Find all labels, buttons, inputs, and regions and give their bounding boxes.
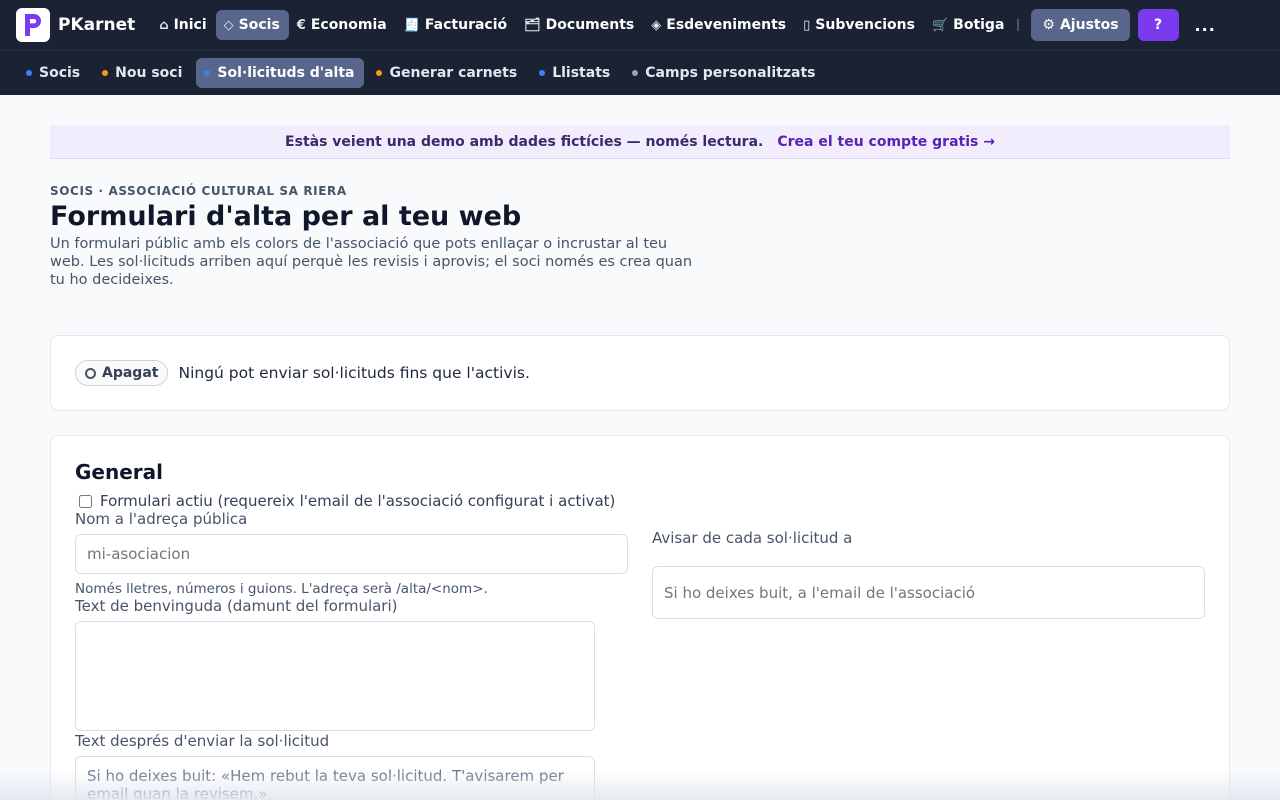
top-navbar: PKarnet ⌂ Inici ◇ Socis € Economia 🧾 Facturació…: [0, 0, 1280, 50]
subnav-item-4[interactable]: Llistats: [531, 58, 620, 88]
general-settings-card: General Formulari actiu (requereix l'ema…: [50, 435, 1230, 800]
diamond-icon: ◇: [223, 17, 234, 33]
dot-icon: [204, 70, 211, 76]
nav-item-label: Documents: [545, 17, 635, 33]
subnav-item-label: Llistats: [552, 65, 611, 81]
public-name-help: Només lletres, números i guions. L'adreç…: [75, 581, 488, 598]
subnav-item-label: Socis: [39, 65, 81, 81]
welcome-text-label: Text de benvinguda (damunt del formulari…: [75, 597, 398, 616]
pkarnet-logo-icon: [16, 8, 50, 42]
form-status-card: Apagat Ningú pot enviar sol·licituds fin…: [50, 335, 1230, 412]
settings-button[interactable]: ⚙ Ajustos: [1031, 9, 1130, 41]
home-icon: ⌂: [159, 17, 169, 33]
after-submit-label: Text després d'enviar la sol·licitud: [75, 732, 330, 751]
nav-item-documents[interactable]: 🗂 Documents: [516, 10, 643, 40]
public-name-label: Nom a l'adreça pública: [75, 510, 248, 529]
nav-item-socis[interactable]: ◇ Socis: [215, 10, 289, 40]
form-active-checkbox[interactable]: [79, 494, 92, 508]
subnav-item-label: Sol·licituds d'alta: [217, 65, 355, 81]
nav-item-label: Botiga: [953, 17, 1005, 33]
subnav-item-5[interactable]: Camps personalitzats: [624, 58, 825, 88]
status-badge: Apagat: [75, 360, 169, 387]
welcome-text-textarea[interactable]: [75, 621, 595, 732]
nav-item-label: Esdeveniments: [666, 17, 787, 33]
nav-item-economia[interactable]: € Economia: [289, 10, 396, 40]
subnav-item-1[interactable]: Nou soci: [94, 58, 192, 88]
dot-icon: [102, 70, 109, 76]
create-account-link[interactable]: Crea el teu compte gratis →: [777, 134, 995, 150]
help-button[interactable]: ?: [1137, 9, 1179, 41]
main-content: Estàs veient una demo amb dades fictície…: [0, 125, 1280, 800]
nav-item-facturacio[interactable]: 🧾 Facturació: [396, 10, 516, 40]
nav-divider: [1017, 19, 1020, 31]
nav-item-label: Subvencions: [815, 17, 915, 33]
nav-item-subvencions[interactable]: ▯ Subvencions: [795, 10, 924, 40]
folder-icon: 🗂: [524, 17, 541, 33]
dot-icon: [26, 70, 32, 76]
status-badge-label: Apagat: [102, 365, 159, 382]
subnav-item-2[interactable]: Sol·licituds d'alta: [196, 58, 365, 88]
settings-label: Ajustos: [1059, 17, 1119, 33]
section-title: General: [75, 460, 163, 485]
event-diamond-icon: ◈: [651, 17, 662, 33]
dot-icon: [376, 70, 383, 76]
off-circle-icon: [85, 367, 96, 379]
nav-item-inici[interactable]: ⌂ Inici: [151, 10, 215, 40]
subnav-item-3[interactable]: Generar carnets: [368, 58, 527, 88]
section-subnav: Socis Nou soci Sol·licituds d'alta Generar …: [0, 50, 1280, 95]
public-name-input[interactable]: [75, 534, 628, 575]
left-column: Nom a l'adreça pública Només lletres, nú…: [75, 510, 628, 800]
nav-item-label: Socis: [238, 17, 280, 33]
euro-icon: €: [296, 17, 306, 33]
demo-banner: Estàs veient una demo amb dades fictície…: [50, 125, 1230, 159]
page-title: Formulari d'alta per al teu web: [50, 201, 522, 232]
app-logo[interactable]: PKarnet: [16, 8, 135, 42]
subnav-item-0[interactable]: Socis: [18, 58, 90, 88]
subnav-item-label: Generar carnets: [389, 65, 518, 81]
more-menu-button[interactable]: ...: [1195, 16, 1216, 35]
subnav-item-label: Camps personalitzats: [645, 65, 816, 81]
status-text: Ningú pot enviar sol·licituds fins que l…: [178, 364, 530, 383]
dot-icon: [539, 70, 546, 76]
nav-item-label: Facturació: [424, 17, 508, 33]
app-name: PKarnet: [58, 15, 136, 35]
page-description: Un formulari públic amb els colors de l'…: [50, 236, 693, 289]
cart-icon: 🛒: [931, 17, 949, 33]
gear-icon: ⚙: [1042, 17, 1055, 33]
form-active-row[interactable]: Formulari actiu (requereix l'email de l'…: [75, 492, 1205, 510]
main-nav: ⌂ Inici ◇ Socis € Economia 🧾 Facturació 🗂 Documen…: [151, 10, 1013, 40]
subnav-item-label: Nou soci: [115, 65, 183, 81]
form-active-label: Formulari actiu (requereix l'email de l'…: [100, 492, 616, 511]
nav-item-label: Inici: [173, 17, 207, 33]
nav-item-esdeveniments[interactable]: ◈ Esdeveniments: [643, 10, 795, 40]
demo-banner-text: Estàs veient una demo amb dades fictície…: [285, 133, 764, 150]
after-submit-textarea[interactable]: Si ho deixes buit: «Hem rebut la teva so…: [75, 756, 595, 800]
nav-item-botiga[interactable]: 🛒 Botiga: [924, 10, 1013, 40]
breadcrumb: SOCIS · ASSOCIACIÓ CULTURAL SA RIERA: [50, 184, 347, 198]
nav-item-label: Economia: [310, 17, 387, 33]
notify-label: Avisar de cada sol·licitud a: [652, 529, 853, 548]
receipt-icon: 🧾: [403, 17, 420, 33]
right-column: Avisar de cada sol·licitud a: [652, 510, 1205, 800]
dot-icon: [632, 70, 639, 76]
columns-icon: ▯: [803, 17, 811, 33]
notify-email-input[interactable]: [652, 566, 1205, 620]
